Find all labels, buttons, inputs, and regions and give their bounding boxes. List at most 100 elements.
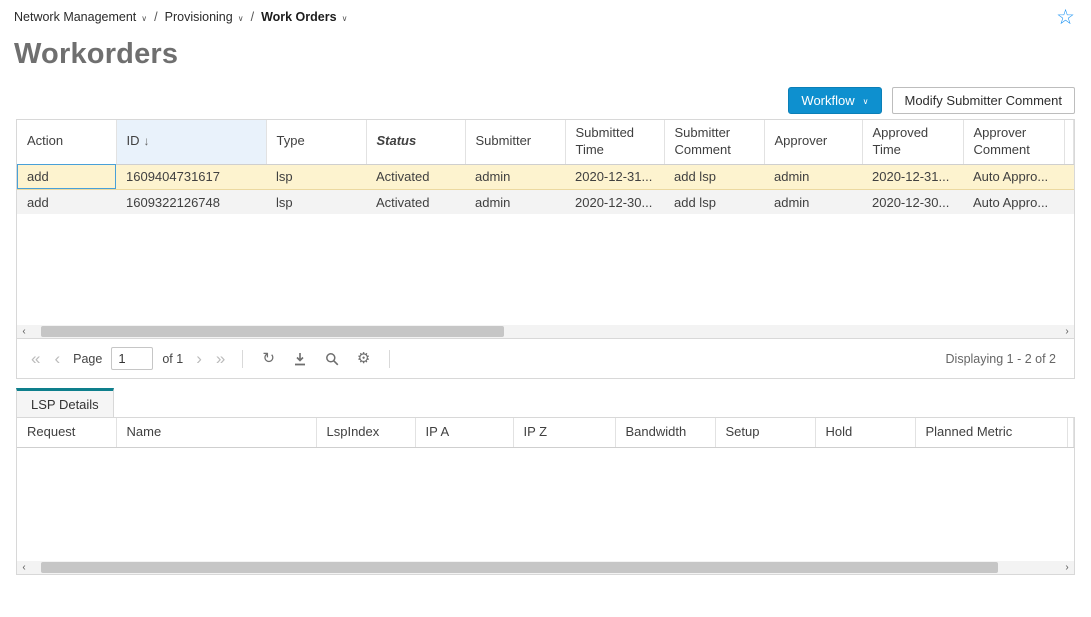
cell-approver-comment[interactable]: Auto Appro... xyxy=(963,189,1064,214)
table-header-row: Action ID↓ Type Status Submitter Submitt… xyxy=(17,120,1074,164)
gear-icon[interactable]: ⚙ xyxy=(351,351,376,366)
column-header-status[interactable]: Status xyxy=(366,120,465,164)
scroll-right-icon[interactable]: › xyxy=(1060,325,1074,338)
workorders-panel: Workflow ∨ Modify Submitter Comment Acti… xyxy=(16,81,1075,575)
breadcrumb-item-work-orders[interactable]: Work Orders ∨ xyxy=(261,10,347,24)
workflow-button[interactable]: Workflow ∨ xyxy=(788,87,881,114)
column-label: LspIndex xyxy=(327,424,380,439)
cell-type[interactable]: lsp xyxy=(266,189,366,214)
cell-approved-time[interactable]: 2020-12-30... xyxy=(862,189,963,214)
cell-approver[interactable]: admin xyxy=(764,164,862,189)
column-header-submitter-comment[interactable]: Submitter Comment xyxy=(664,120,764,164)
cell-id[interactable]: 1609322126748 xyxy=(116,189,266,214)
page-number-input[interactable] xyxy=(111,347,153,370)
column-label: Hold xyxy=(826,424,853,439)
cell-submitted-time[interactable]: 2020-12-30... xyxy=(565,189,664,214)
breadcrumb-item-provisioning[interactable]: Provisioning ∨ xyxy=(165,10,244,24)
sort-desc-icon: ↓ xyxy=(144,134,150,148)
column-header-approver-comment[interactable]: Approver Comment xyxy=(963,120,1064,164)
cell-submitter-comment[interactable]: add lsp xyxy=(664,189,764,214)
column-label: Setup xyxy=(726,424,760,439)
cell-status[interactable]: Activated xyxy=(366,189,465,214)
breadcrumb: Network Management ∨ / Provisioning ∨ / … xyxy=(14,10,347,24)
column-header-ip-a[interactable]: IP A xyxy=(415,418,513,447)
column-header-submitted-time[interactable]: Submitted Time xyxy=(565,120,664,164)
column-header-bandwidth[interactable]: Bandwidth xyxy=(615,418,715,447)
details-panel: LSP Details Request Name LspIndex IP A I… xyxy=(16,388,1075,575)
cell-submitter[interactable]: admin xyxy=(465,189,565,214)
column-header-name[interactable]: Name xyxy=(116,418,316,447)
grid-empty-area xyxy=(17,214,1074,325)
horizontal-scrollbar[interactable]: ‹ › xyxy=(17,561,1074,574)
toolbar-separator xyxy=(242,350,243,368)
column-header-request[interactable]: Request xyxy=(17,418,116,447)
scroll-left-icon[interactable]: ‹ xyxy=(17,561,31,574)
cell-type[interactable]: lsp xyxy=(266,164,366,189)
favorite-star-icon[interactable]: ☆ xyxy=(1056,7,1075,28)
column-header-submitter[interactable]: Submitter xyxy=(465,120,565,164)
breadcrumb-label: Work Orders xyxy=(261,10,337,24)
chevron-down-icon: ∨ xyxy=(863,97,869,106)
scroll-left-icon[interactable]: ‹ xyxy=(17,325,31,338)
download-icon[interactable] xyxy=(287,352,313,366)
cell-action[interactable]: add xyxy=(17,164,116,189)
column-header-approved-time[interactable]: Approved Time xyxy=(862,120,963,164)
scrollbar-track[interactable] xyxy=(31,325,1060,338)
tab-lsp-details[interactable]: LSP Details xyxy=(16,388,114,417)
scroll-right-icon[interactable]: › xyxy=(1060,561,1074,574)
modify-submitter-comment-button[interactable]: Modify Submitter Comment xyxy=(892,87,1076,114)
chevron-down-icon: ∨ xyxy=(342,14,348,23)
cell-submitter-comment[interactable]: add lsp xyxy=(664,164,764,189)
cell-id[interactable]: 1609404731617 xyxy=(116,164,266,189)
paging-toolbar: « ‹ Page of 1 › » ↻ ⚙ Displaying 1 - 2 o… xyxy=(17,338,1074,378)
lsp-details-grid: Request Name LspIndex IP A IP Z Bandwidt… xyxy=(16,417,1075,575)
cell-submitter[interactable]: admin xyxy=(465,164,565,189)
grid-toolbar: Workflow ∨ Modify Submitter Comment xyxy=(16,81,1075,119)
breadcrumb-label: Network Management xyxy=(14,10,136,24)
scrollbar-thumb[interactable] xyxy=(41,562,998,573)
column-label: Type xyxy=(277,133,305,148)
cell-approver[interactable]: admin xyxy=(764,189,862,214)
column-header-filler xyxy=(1064,120,1074,164)
column-header-hold[interactable]: Hold xyxy=(815,418,915,447)
column-header-approver[interactable]: Approver xyxy=(764,120,862,164)
cell-approved-time[interactable]: 2020-12-31... xyxy=(862,164,963,189)
displaying-status: Displaying 1 - 2 of 2 xyxy=(946,352,1056,366)
horizontal-scrollbar[interactable]: ‹ › xyxy=(17,325,1074,338)
column-header-setup[interactable]: Setup xyxy=(715,418,815,447)
column-header-action[interactable]: Action xyxy=(17,120,116,164)
cell-approver-comment[interactable]: Auto Appro... xyxy=(963,164,1064,189)
prev-page-button[interactable]: ‹ xyxy=(50,350,64,367)
column-label: Bandwidth xyxy=(626,424,687,439)
table-row[interactable]: add 1609322126748 lsp Activated admin 20… xyxy=(17,189,1074,214)
cell-submitted-time[interactable]: 2020-12-31... xyxy=(565,164,664,189)
column-label: Submitter Comment xyxy=(675,125,731,157)
cell-filler xyxy=(1064,189,1074,214)
column-label: IP Z xyxy=(524,424,548,439)
column-header-type[interactable]: Type xyxy=(266,120,366,164)
refresh-icon[interactable]: ↻ xyxy=(256,351,281,366)
breadcrumb-separator: / xyxy=(154,10,157,24)
last-page-button[interactable]: » xyxy=(212,350,229,367)
cell-action[interactable]: add xyxy=(17,189,116,214)
search-icon[interactable] xyxy=(319,352,345,366)
column-header-lspindex[interactable]: LspIndex xyxy=(316,418,415,447)
column-header-id[interactable]: ID↓ xyxy=(116,120,266,164)
table-header-row: Request Name LspIndex IP A IP Z Bandwidt… xyxy=(17,418,1074,447)
next-page-button[interactable]: › xyxy=(192,350,206,367)
first-page-button[interactable]: « xyxy=(27,350,44,367)
column-label: Submitter xyxy=(476,133,532,148)
column-header-filler xyxy=(1067,418,1074,447)
breadcrumb-item-network-management[interactable]: Network Management ∨ xyxy=(14,10,147,24)
column-label: Planned Metric xyxy=(926,424,1013,439)
column-header-planned-metric[interactable]: Planned Metric xyxy=(915,418,1067,447)
column-label: Submitted Time xyxy=(576,125,635,157)
scrollbar-thumb[interactable] xyxy=(41,326,504,337)
column-header-ip-z[interactable]: IP Z xyxy=(513,418,615,447)
scrollbar-track[interactable] xyxy=(31,561,1060,574)
cell-status[interactable]: Activated xyxy=(366,164,465,189)
column-label: IP A xyxy=(426,424,450,439)
breadcrumb-label: Provisioning xyxy=(165,10,233,24)
column-label: Approver xyxy=(775,133,828,148)
table-row[interactable]: add 1609404731617 lsp Activated admin 20… xyxy=(17,164,1074,189)
